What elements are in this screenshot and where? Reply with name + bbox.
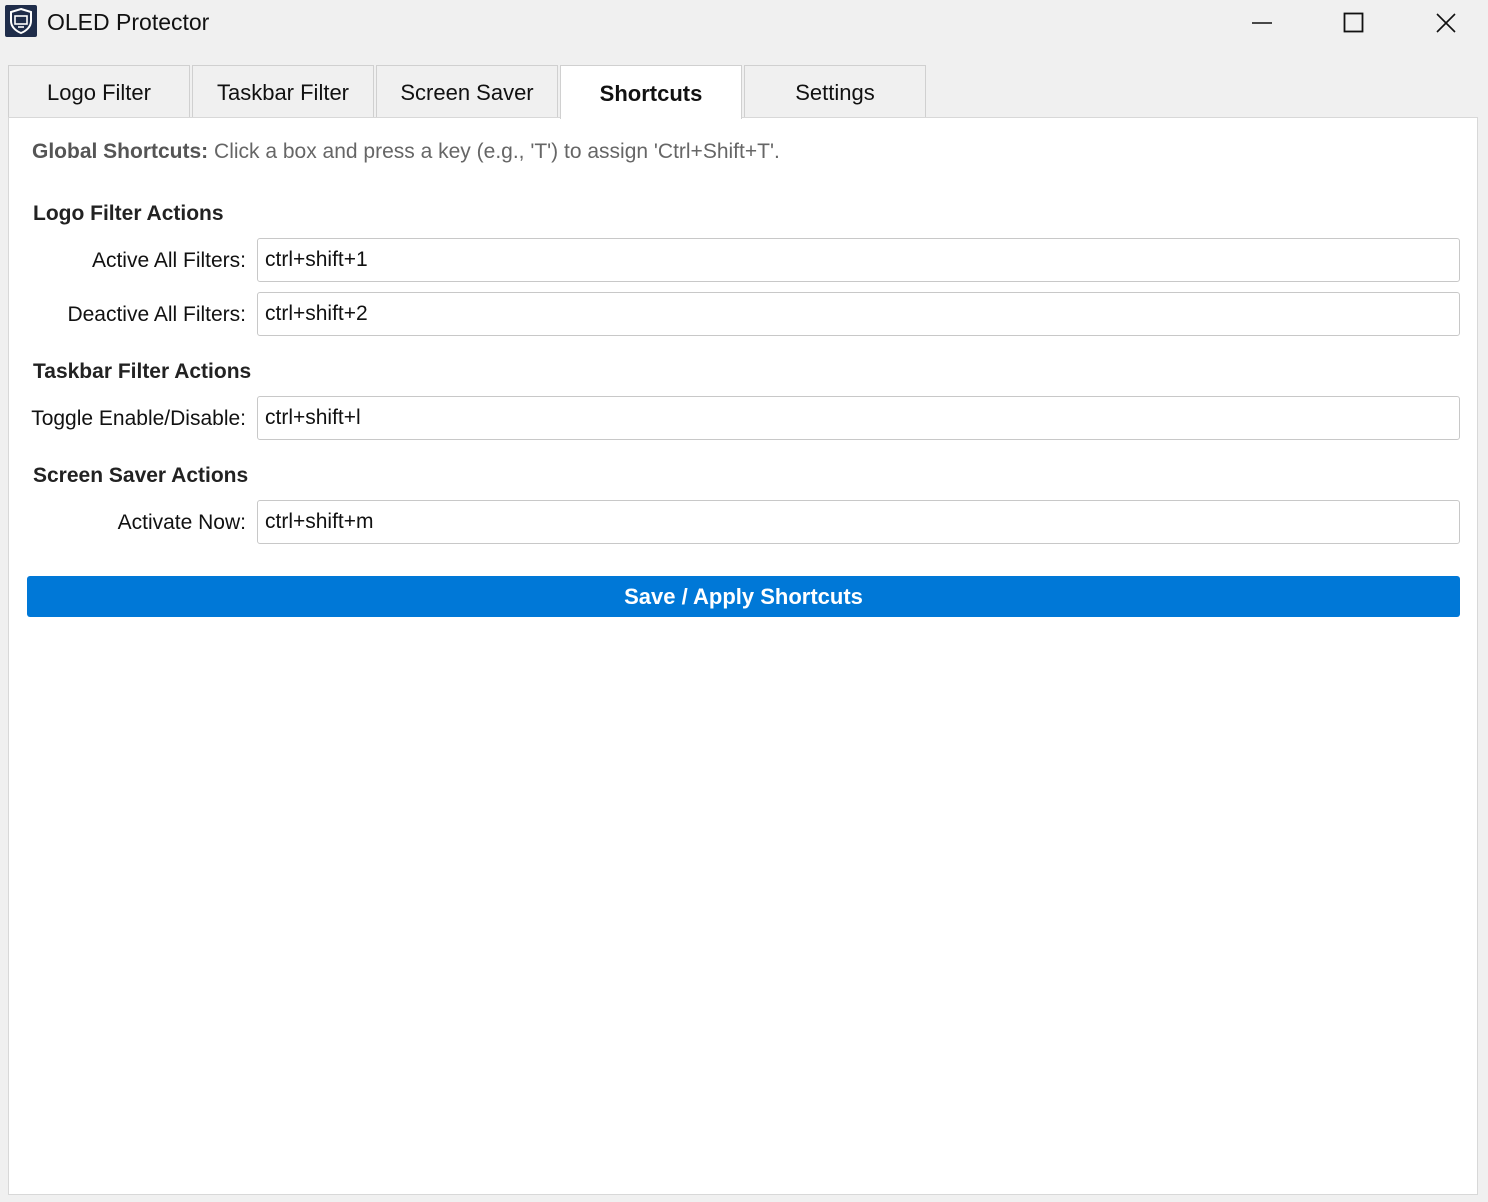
tab-screen-saver[interactable]: Screen Saver <box>376 65 558 118</box>
active-all-filters-input[interactable] <box>257 238 1460 282</box>
tab-logo-filter[interactable]: Logo Filter <box>8 65 190 118</box>
deactive-all-filters-input[interactable] <box>257 292 1460 336</box>
deactive-all-filters-label: Deactive All Filters: <box>67 303 246 326</box>
maximize-button[interactable] <box>1308 0 1400 46</box>
activate-now-input[interactable] <box>257 500 1460 544</box>
shortcuts-panel: Global Shortcuts: Click a box and press … <box>8 117 1478 1195</box>
minimize-button[interactable] <box>1216 0 1308 46</box>
save-apply-shortcuts-button[interactable]: Save / Apply Shortcuts <box>27 576 1460 617</box>
tab-shortcuts[interactable]: Shortcuts <box>560 65 742 119</box>
tab-settings[interactable]: Settings <box>744 65 926 118</box>
close-button[interactable] <box>1400 0 1488 46</box>
shield-monitor-icon <box>5 5 37 37</box>
title-bar: OLED Protector <box>0 0 1488 46</box>
tab-taskbar-filter[interactable]: Taskbar Filter <box>192 65 374 118</box>
activate-now-label: Activate Now: <box>117 511 246 534</box>
active-all-filters-label: Active All Filters: <box>91 249 246 272</box>
toggle-enable-disable-label: Toggle Enable/Disable: <box>31 407 246 430</box>
screen-saver-actions-heading: Screen Saver Actions <box>33 464 249 487</box>
hint-text: Global Shortcuts: Click a box and press … <box>32 140 780 164</box>
logo-filter-actions-heading: Logo Filter Actions <box>33 202 224 225</box>
hint-bold: Global Shortcuts: <box>32 140 209 163</box>
hint-body: Click a box and press a key (e.g., 'T') … <box>208 140 780 163</box>
toggle-enable-disable-input[interactable] <box>257 396 1460 440</box>
taskbar-filter-actions-heading: Taskbar Filter Actions <box>33 360 252 383</box>
window-title: OLED Protector <box>47 9 210 35</box>
